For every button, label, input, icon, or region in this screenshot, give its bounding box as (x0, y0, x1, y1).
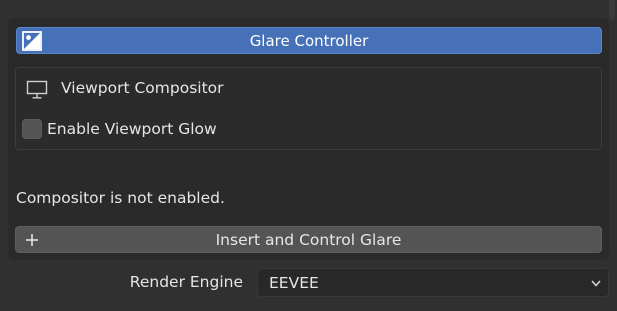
glare-controller-label: Glare Controller (249, 31, 369, 50)
monitor-icon (26, 80, 48, 99)
chevron-down-icon (591, 280, 601, 287)
insert-and-control-glare-label: Insert and Control Glare (215, 230, 402, 249)
glare-controller-button[interactable]: Glare Controller (16, 27, 602, 54)
enable-viewport-glow-checkbox[interactable] (22, 119, 42, 139)
compositor-status-message: Compositor is not enabled. (16, 189, 225, 207)
render-engine-label: Render Engine (129, 273, 243, 291)
render-engine-value: EEVEE (269, 274, 319, 292)
properties-editor: Glare Controller Viewport Compositor Ena… (0, 0, 617, 311)
scrollbar[interactable] (609, 0, 615, 20)
render-engine-dropdown[interactable]: EEVEE (257, 268, 609, 297)
enable-viewport-glow-label[interactable]: Enable Viewport Glow (47, 119, 217, 139)
viewport-compositor-label: Viewport Compositor (61, 79, 224, 97)
insert-and-control-glare-button[interactable]: Insert and Control Glare (15, 226, 602, 253)
